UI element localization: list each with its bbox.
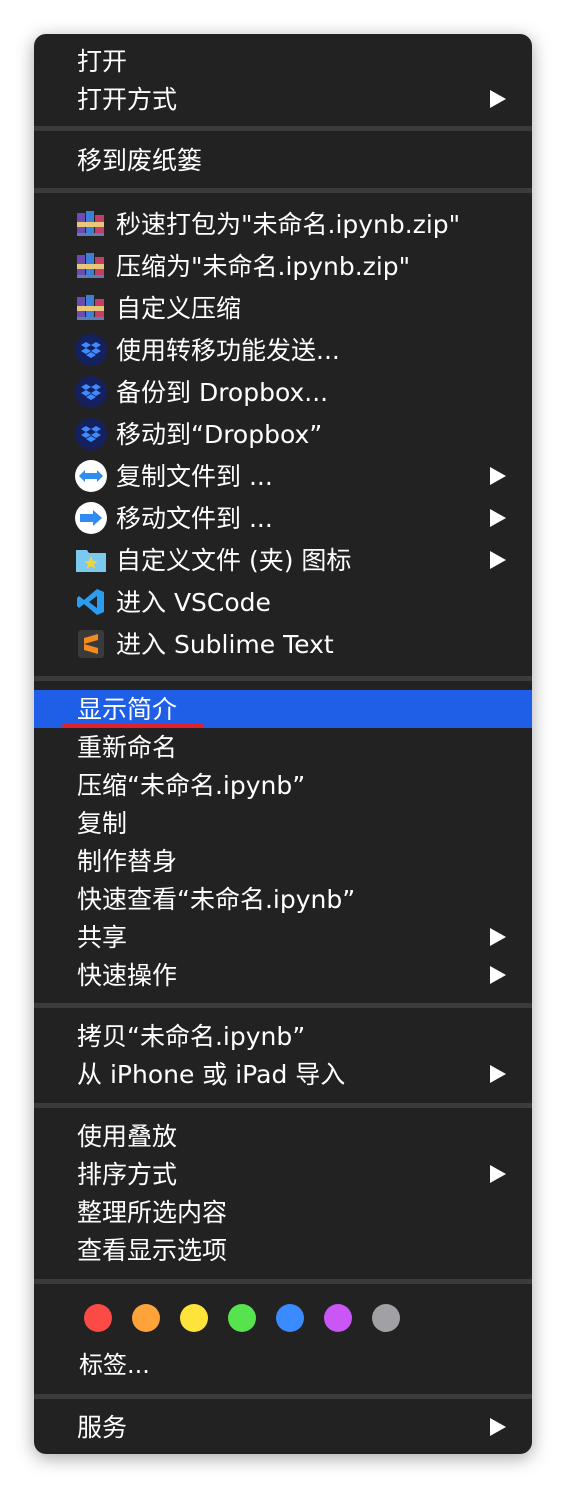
menu-item-tags[interactable]: 标签...	[34, 1346, 532, 1384]
menu-item-dropbox-move[interactable]: 移动到“Dropbox”	[34, 413, 532, 455]
menu-item-label: 移动到“Dropbox”	[116, 419, 323, 449]
separator	[34, 126, 532, 131]
context-menu: 打开 打开方式 移到废纸篓 秒速打包为"未命名.ipynb.zip" 压缩为"未…	[34, 34, 532, 1454]
tag-blue[interactable]	[276, 1304, 304, 1332]
menu-item-quick-zip[interactable]: 秒速打包为"未命名.ipynb.zip"	[34, 203, 532, 245]
menu-item-import-from-iphone[interactable]: 从 iPhone 或 iPad 导入	[34, 1055, 532, 1093]
menu-item-label: 从 iPhone 或 iPad 导入	[77, 1059, 346, 1089]
menu-item-copy-file-to[interactable]: 复制文件到 ...	[34, 455, 532, 497]
menu-item-label: 标签...	[79, 1351, 150, 1379]
submenu-arrow-icon	[490, 1065, 506, 1083]
submenu-arrow-icon	[490, 551, 506, 569]
menu-item-copy-item[interactable]: 拷贝“未命名.ipynb”	[34, 1017, 532, 1055]
tag-purple[interactable]	[324, 1304, 352, 1332]
menu-item-label: 使用叠放	[77, 1121, 178, 1151]
winrar-books-icon	[75, 208, 107, 240]
menu-item-label: 移动文件到 ...	[116, 503, 273, 533]
menu-item-label: 进入 Sublime Text	[116, 629, 334, 659]
menu-item-open-vscode[interactable]: 进入 VSCode	[34, 581, 532, 623]
menu-item-clean-up[interactable]: 整理所选内容	[34, 1193, 532, 1231]
menu-item-sort-by[interactable]: 排序方式	[34, 1155, 532, 1193]
menu-item-label: 使用转移功能发送...	[116, 335, 340, 365]
submenu-arrow-icon	[490, 1418, 506, 1436]
menu-item-compress-zip[interactable]: 压缩为"未命名.ipynb.zip"	[34, 245, 532, 287]
menu-item-label: 压缩“未命名.ipynb”	[77, 770, 306, 800]
tag-red[interactable]	[84, 1304, 112, 1332]
menu-item-label: 显示简介	[77, 694, 178, 724]
menu-item-label: 快速查看“未命名.ipynb”	[77, 884, 356, 914]
tag-yellow[interactable]	[180, 1304, 208, 1332]
submenu-arrow-icon	[490, 966, 506, 984]
menu-item-label: 快速操作	[77, 960, 178, 990]
submenu-arrow-icon	[490, 1165, 506, 1183]
menu-item-duplicate[interactable]: 复制	[34, 804, 532, 842]
menu-item-quick-actions[interactable]: 快速操作	[34, 956, 532, 994]
menu-item-dropbox-backup[interactable]: 备份到 Dropbox...	[34, 371, 532, 413]
menu-item-label: 移到废纸篓	[77, 145, 203, 175]
menu-item-show-view-options[interactable]: 查看显示选项	[34, 1231, 532, 1269]
menu-item-make-alias[interactable]: 制作替身	[34, 842, 532, 880]
menu-item-move-file-to[interactable]: 移动文件到 ...	[34, 497, 532, 539]
menu-item-label: 复制	[77, 808, 128, 838]
separator	[34, 1279, 532, 1284]
menu-item-custom-folder-icon[interactable]: 自定义文件 (夹) 图标	[34, 539, 532, 581]
menu-item-move-to-trash[interactable]: 移到废纸篓	[34, 141, 532, 179]
separator	[34, 676, 532, 681]
menu-item-open-with[interactable]: 打开方式	[34, 80, 532, 118]
annotation-underline	[62, 724, 204, 727]
copy-file-arrow-icon	[75, 460, 107, 492]
menu-item-get-info[interactable]: 显示简介	[34, 690, 532, 728]
menu-item-custom-compress[interactable]: 自定义压缩	[34, 287, 532, 329]
menu-item-label: 重新命名	[77, 732, 178, 762]
separator	[34, 1394, 532, 1399]
menu-item-dropbox-transfer[interactable]: 使用转移功能发送...	[34, 329, 532, 371]
dropbox-icon	[75, 334, 107, 366]
separator	[34, 188, 532, 193]
menu-item-label: 进入 VSCode	[116, 587, 271, 617]
folder-star-icon	[75, 544, 107, 576]
sublime-text-icon	[75, 628, 107, 660]
menu-item-services[interactable]: 服务	[34, 1408, 532, 1446]
menu-item-label: 拷贝“未命名.ipynb”	[77, 1021, 306, 1051]
menu-item-quick-look[interactable]: 快速查看“未命名.ipynb”	[34, 880, 532, 918]
menu-item-label: 自定义文件 (夹) 图标	[116, 545, 352, 575]
menu-item-label: 整理所选内容	[77, 1197, 228, 1227]
menu-item-share[interactable]: 共享	[34, 918, 532, 956]
menu-item-label: 打开	[77, 46, 128, 76]
menu-item-label: 打开方式	[77, 84, 178, 114]
menu-item-label: 制作替身	[77, 846, 178, 876]
menu-item-label: 自定义压缩	[116, 293, 242, 323]
tag-green[interactable]	[228, 1304, 256, 1332]
menu-item-rename[interactable]: 重新命名	[34, 728, 532, 766]
menu-item-open-sublime[interactable]: 进入 Sublime Text	[34, 623, 532, 665]
separator	[34, 1003, 532, 1008]
menu-item-open[interactable]: 打开	[34, 42, 532, 80]
menu-item-label: 秒速打包为"未命名.ipynb.zip"	[116, 209, 461, 239]
menu-item-label: 备份到 Dropbox...	[116, 377, 329, 407]
submenu-arrow-icon	[490, 928, 506, 946]
dropbox-icon	[75, 376, 107, 408]
submenu-arrow-icon	[490, 90, 506, 108]
menu-item-label: 服务	[77, 1412, 128, 1442]
menu-item-label: 共享	[77, 922, 128, 952]
menu-item-label: 压缩为"未命名.ipynb.zip"	[116, 251, 411, 281]
move-file-arrow-icon	[75, 502, 107, 534]
separator	[34, 1103, 532, 1108]
tag-orange[interactable]	[132, 1304, 160, 1332]
menu-item-use-stacks[interactable]: 使用叠放	[34, 1117, 532, 1155]
winrar-books-icon	[75, 250, 107, 282]
vscode-icon	[75, 586, 107, 618]
menu-item-label: 排序方式	[77, 1159, 178, 1189]
submenu-arrow-icon	[490, 509, 506, 527]
dropbox-icon	[75, 418, 107, 450]
menu-item-label: 查看显示选项	[77, 1235, 228, 1265]
submenu-arrow-icon	[490, 467, 506, 485]
menu-item-compress[interactable]: 压缩“未命名.ipynb”	[34, 766, 532, 804]
tag-gray[interactable]	[372, 1304, 400, 1332]
menu-item-label: 复制文件到 ...	[116, 461, 273, 491]
winrar-books-icon	[75, 292, 107, 324]
